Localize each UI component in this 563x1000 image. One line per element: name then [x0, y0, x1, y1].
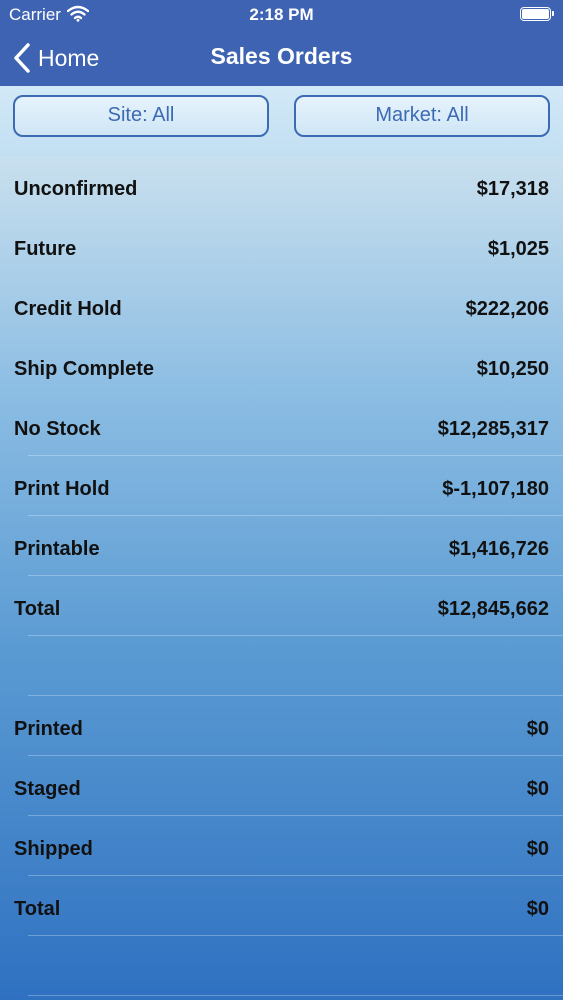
- row-divider: [28, 935, 563, 936]
- row-label: Total: [14, 598, 61, 620]
- battery-icon: [520, 7, 554, 21]
- row-divider: [28, 815, 563, 816]
- nav-bar: Home Sales Orders: [0, 30, 563, 86]
- list-item-credit-hold[interactable]: Credit Hold $222,206: [0, 278, 563, 338]
- orders-list: Unconfirmed $17,318 Future $1,025 Credit…: [0, 156, 563, 1000]
- row-label: Print Hold: [14, 478, 110, 500]
- row-label: Total: [14, 898, 61, 920]
- row-value: $1,416,726: [448, 538, 549, 560]
- row-divider: [28, 575, 563, 576]
- row-label: Unconfirmed: [14, 178, 138, 200]
- list-item-printed[interactable]: Printed $0: [0, 698, 563, 758]
- row-value: $-1,107,180: [442, 478, 549, 500]
- row-value: $0: [526, 778, 549, 800]
- row-value: $17,318: [476, 178, 549, 200]
- header: Carrier 2:18 PM Home Sales Orders: [0, 0, 563, 86]
- status-bar: Carrier 2:18 PM: [0, 0, 563, 30]
- list-item-print-hold[interactable]: Print Hold $-1,107,180: [0, 458, 563, 518]
- row-value: $12,285,317: [437, 418, 549, 440]
- list-item-total[interactable]: Total $12,845,662: [0, 578, 563, 638]
- row-divider: [28, 755, 563, 756]
- row-divider: [28, 635, 563, 636]
- site-filter-button[interactable]: Site: All: [13, 95, 269, 137]
- row-divider: [28, 995, 563, 996]
- row-divider: [28, 515, 563, 516]
- row-value: $10,250: [476, 358, 549, 380]
- row-value: $0: [526, 718, 549, 740]
- page-title: Sales Orders: [210, 43, 353, 69]
- status-time: 2:18 PM: [249, 5, 314, 24]
- list-item-no-stock[interactable]: No Stock $12,285,317: [0, 398, 563, 458]
- row-value: $222,206: [465, 298, 549, 320]
- row-label: Staged: [14, 778, 81, 800]
- row-label: Credit Hold: [14, 298, 122, 320]
- list-item-printable[interactable]: Printable $1,416,726: [0, 518, 563, 578]
- row-divider: [28, 875, 563, 876]
- row-label: Printed: [14, 718, 83, 740]
- row-divider: [28, 455, 563, 456]
- row-label: No Stock: [14, 418, 101, 440]
- market-filter-button[interactable]: Market: All: [294, 95, 550, 137]
- row-value: $1,025: [487, 238, 549, 260]
- filter-bar: Site: All Market: All: [0, 86, 563, 156]
- row-label: Future: [14, 238, 77, 260]
- list-item-ship-complete[interactable]: Ship Complete $10,250: [0, 338, 563, 398]
- list-item-unconfirmed[interactable]: Unconfirmed $17,318: [0, 158, 563, 218]
- row-divider: [28, 695, 563, 696]
- list-item-total-shipping[interactable]: Total $0: [0, 878, 563, 938]
- row-label: Printable: [14, 538, 100, 560]
- row-value: $0: [526, 838, 549, 860]
- row-label: Shipped: [14, 838, 93, 860]
- list-item-future[interactable]: Future $1,025: [0, 218, 563, 278]
- row-value: $12,845,662: [437, 598, 549, 620]
- list-item-shipped[interactable]: Shipped $0: [0, 818, 563, 878]
- list-item-staged[interactable]: Staged $0: [0, 758, 563, 818]
- row-label: Ship Complete: [14, 358, 155, 380]
- row-value: $0: [526, 898, 549, 920]
